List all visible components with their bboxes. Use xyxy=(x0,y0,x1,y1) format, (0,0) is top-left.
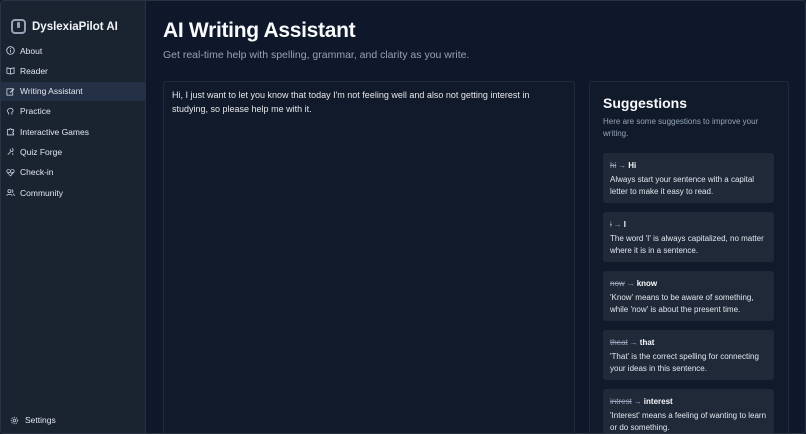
original-word: theat xyxy=(610,338,628,347)
writing-editor: Hi, I just want to let you know that tod… xyxy=(163,81,575,433)
suggestion-correction: i → I xyxy=(610,220,767,230)
arrow-right-icon: → xyxy=(613,220,622,229)
sidebar-item-about[interactable]: About xyxy=(1,41,145,60)
sidebar-item-practice[interactable]: Practice xyxy=(1,102,145,121)
sidebar-item-writing-assistant[interactable]: Writing Assistant xyxy=(1,81,145,101)
suggestion-explanation: The word 'I' is always capitalized, no m… xyxy=(610,234,764,255)
suggestions-panel: Suggestions Here are some suggestions to… xyxy=(589,81,789,433)
suggestion-correction: theat → that xyxy=(610,338,767,348)
original-word: hi xyxy=(610,161,617,170)
page-subtitle: Get real-time help with spelling, gramma… xyxy=(163,49,470,61)
suggestion-correction: now → know xyxy=(610,279,767,289)
users-icon xyxy=(6,188,15,197)
settings-label: Settings xyxy=(25,415,56,425)
arrow-right-icon: → xyxy=(633,397,642,406)
puzzle-icon xyxy=(6,127,15,136)
page-title: AI Writing Assistant xyxy=(163,19,356,42)
original-word: now xyxy=(610,279,625,288)
suggestion-card[interactable]: intrest → interest 'Interest' means a feel… xyxy=(603,389,774,433)
sidebar-item-label: Check-in xyxy=(20,167,54,178)
suggestion-explanation: 'Interest' means a feeling of wanting to… xyxy=(610,411,767,432)
suggestion-explanation: 'That' is the correct spelling for conne… xyxy=(610,352,759,373)
sidebar-item-quiz-forge[interactable]: Quiz Forge xyxy=(1,142,145,161)
suggestion-card[interactable]: i → I The word 'I' is always capitalized, … xyxy=(603,212,774,262)
suggestions-title: Suggestions xyxy=(603,95,688,111)
app-window: DyslexiaPilot AI About Reader Writing As… xyxy=(0,0,806,434)
suggestion-card[interactable]: hi → Hi Always start your sentence with a … xyxy=(603,153,774,203)
original-word: intrest xyxy=(610,397,632,406)
original-word: i xyxy=(610,220,612,229)
sidebar-item-label: Interactive Games xyxy=(20,126,89,137)
suggestion-card[interactable]: theat → that 'That' is the correct spellin… xyxy=(603,330,774,380)
corrected-word: know xyxy=(636,279,658,288)
suggestion-correction: intrest → interest xyxy=(610,397,767,407)
sidebar-item-label: Writing Assistant xyxy=(20,86,83,97)
corrected-word: that xyxy=(639,338,655,347)
sidebar-item-interactive-games[interactable]: Interactive Games xyxy=(1,122,145,141)
sidebar-item-community[interactable]: Community xyxy=(1,183,145,202)
corrected-word: I xyxy=(623,220,627,229)
sidebar-item-label: Reader xyxy=(20,65,48,76)
suggestion-explanation: 'Know' means to be aware of something, w… xyxy=(610,293,754,314)
sidebar-item-label: About xyxy=(20,45,43,56)
suggestion-card[interactable]: now → know 'Know' means to be aware of som… xyxy=(603,271,774,321)
main-content: AI Writing Assistant Get real-time help … xyxy=(146,1,805,433)
heart-icon xyxy=(6,168,15,177)
book-icon xyxy=(6,66,15,75)
sidebar-item-reader[interactable]: Reader xyxy=(1,61,145,80)
arrow-right-icon: → xyxy=(618,161,627,170)
gear-icon xyxy=(10,416,19,425)
brand[interactable]: DyslexiaPilot AI xyxy=(1,1,145,41)
sidebar: DyslexiaPilot AI About Reader Writing As… xyxy=(1,1,146,433)
sidebar-item-label: Practice xyxy=(20,106,51,117)
suggestion-correction: hi → Hi xyxy=(610,161,767,171)
corrected-word: Hi xyxy=(628,161,637,170)
suggestion-explanation: Always start your sentence with a capita… xyxy=(610,175,755,196)
arrow-right-icon: → xyxy=(629,338,638,347)
corrected-word: interest xyxy=(643,397,673,406)
sidebar-item-label: Quiz Forge xyxy=(20,146,63,157)
arrow-right-icon: → xyxy=(626,279,635,288)
writing-textarea[interactable]: Hi, I just want to let you know that tod… xyxy=(172,88,566,433)
brain-icon xyxy=(6,107,15,116)
settings-button[interactable]: Settings xyxy=(10,415,56,425)
sidebar-nav: About Reader Writing Assistant Practice xyxy=(1,41,145,202)
suggestions-description: Here are some suggestions to improve you… xyxy=(603,117,759,138)
sidebar-item-label: Community xyxy=(20,187,63,198)
quiz-icon xyxy=(6,147,15,156)
logo-icon xyxy=(11,19,26,34)
info-icon xyxy=(6,46,15,55)
app-name: DyslexiaPilot AI xyxy=(32,20,118,33)
sidebar-item-check-in[interactable]: Check-in xyxy=(1,163,145,182)
pencil-icon xyxy=(6,87,15,96)
